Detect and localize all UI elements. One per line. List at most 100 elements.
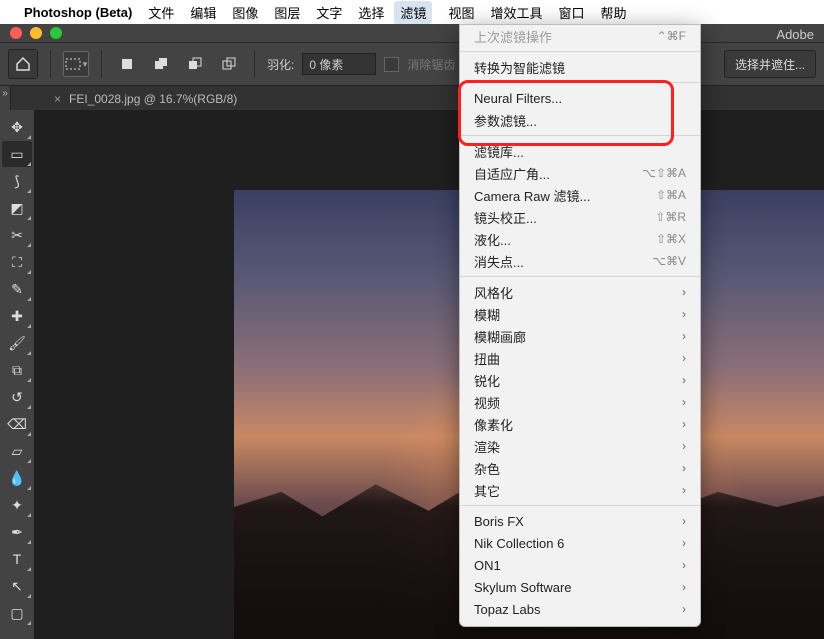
blur-tool[interactable]: 💧 xyxy=(2,465,32,491)
marquee-tool[interactable]: ▭ xyxy=(2,141,32,167)
menu-item[interactable]: 模糊画廊› xyxy=(460,325,700,347)
object-select-tool[interactable]: ◩ xyxy=(2,195,32,221)
menu-item-shortcut: ⇧⌘R xyxy=(655,210,686,224)
menu-item-label: ON1 xyxy=(474,558,501,573)
chevron-right-icon: › xyxy=(682,558,686,572)
menubar-item-7[interactable]: 视图 xyxy=(448,3,474,22)
menu-item[interactable]: Neural Filters... xyxy=(460,87,700,109)
close-tab-icon[interactable]: × xyxy=(54,92,61,106)
type-tool-icon: T xyxy=(13,552,22,566)
menu-item[interactable]: 杂色› xyxy=(460,457,700,479)
menubar-item-4[interactable]: 文字 xyxy=(316,3,342,22)
menu-item-label: 模糊画廊 xyxy=(474,327,526,346)
document-tab[interactable]: × FEI_0028.jpg @ 16.7%(RGB/8) xyxy=(44,86,247,112)
menu-item-shortcut: ⌥⌘V xyxy=(652,254,686,268)
menu-item[interactable]: 锐化› xyxy=(460,369,700,391)
chevron-right-icon: › xyxy=(682,395,686,409)
canvas-area[interactable] xyxy=(34,110,824,639)
path-select-tool[interactable]: ↖ xyxy=(2,573,32,599)
menu-item[interactable]: 自适应广角...⌥⇧⌘A xyxy=(460,162,700,184)
menu-item-shortcut: ⇧⌘X xyxy=(656,232,686,246)
zoom-window-icon[interactable] xyxy=(50,27,62,39)
marquee-mode-button[interactable]: ▾ xyxy=(63,51,89,77)
blur-tool-icon: 💧 xyxy=(8,471,25,485)
home-icon xyxy=(15,56,31,72)
menu-item-label: Neural Filters... xyxy=(474,91,562,106)
menu-item[interactable]: Topaz Labs› xyxy=(460,598,700,620)
menu-item[interactable]: Camera Raw 滤镜...⇧⌘A xyxy=(460,184,700,206)
chevron-right-icon: › xyxy=(682,307,686,321)
menu-item[interactable]: 转换为智能滤镜 xyxy=(460,56,700,78)
menubar-item-10[interactable]: 帮助 xyxy=(600,3,626,22)
menubar-item-8[interactable]: 增效工具 xyxy=(490,3,542,22)
menu-item[interactable]: 液化...⇧⌘X xyxy=(460,228,700,250)
menu-item[interactable]: Skylum Software› xyxy=(460,576,700,598)
document-tab-label: FEI_0028.jpg @ 16.7%(RGB/8) xyxy=(69,92,237,106)
feather-input[interactable] xyxy=(302,53,376,75)
menu-item[interactable]: Nik Collection 6› xyxy=(460,532,700,554)
app-name[interactable]: Photoshop (Beta) xyxy=(24,5,132,20)
menu-item-label: 上次滤镜操作 xyxy=(474,27,552,46)
rectangle-tool[interactable]: ▢ xyxy=(2,600,32,626)
lasso-tool[interactable]: ⟆ xyxy=(2,168,32,194)
menubar-item-6[interactable]: 滤镜 xyxy=(394,1,432,24)
menu-item[interactable]: 其它› xyxy=(460,479,700,501)
healing-brush-tool-icon: ✚ xyxy=(11,309,23,323)
pen-tool[interactable]: ✒ xyxy=(2,519,32,545)
brush-tool-icon: 🖌 xyxy=(8,336,26,350)
select-and-mask-button[interactable]: 选择并遮住... xyxy=(724,50,816,78)
selection-subtract-icon[interactable] xyxy=(182,51,208,77)
menu-item[interactable]: ON1 › xyxy=(460,554,700,576)
object-select-tool-icon: ◩ xyxy=(10,201,23,215)
selection-intersect-icon[interactable] xyxy=(216,51,242,77)
selection-add-icon[interactable] xyxy=(148,51,174,77)
menubar-item-1[interactable]: 编辑 xyxy=(190,3,216,22)
minimize-window-icon[interactable] xyxy=(30,27,42,39)
menu-item-label: Boris FX xyxy=(474,514,524,529)
crop-tool[interactable]: ✂ xyxy=(2,222,32,248)
menu-item-label: 渲染 xyxy=(474,437,500,456)
history-brush-tool[interactable]: ↺ xyxy=(2,384,32,410)
chevron-right-icon: › xyxy=(682,483,686,497)
menu-item[interactable]: 扭曲› xyxy=(460,347,700,369)
type-tool[interactable]: T xyxy=(2,546,32,572)
home-button[interactable] xyxy=(8,49,38,79)
menubar-item-0[interactable]: 文件 xyxy=(148,3,174,22)
menu-item[interactable]: 渲染 › xyxy=(460,435,700,457)
menu-item[interactable]: 参数滤镜... xyxy=(460,109,700,131)
menu-item[interactable]: 滤镜库... xyxy=(460,140,700,162)
eraser-tool[interactable]: ⌫ xyxy=(2,411,32,437)
menubar-item-2[interactable]: 图像 xyxy=(232,3,258,22)
selection-new-icon[interactable] xyxy=(114,51,140,77)
chevron-right-icon: › xyxy=(682,602,686,616)
chevron-right-icon: › xyxy=(682,373,686,387)
menu-item[interactable]: 模糊› xyxy=(460,303,700,325)
dodge-tool[interactable]: ✦ xyxy=(2,492,32,518)
chevron-right-icon: » xyxy=(0,88,10,99)
pen-tool-icon: ✒ xyxy=(11,525,23,539)
menu-item[interactable]: Boris FX› xyxy=(460,510,700,532)
menu-item[interactable]: 像素化› xyxy=(460,413,700,435)
menubar-item-9[interactable]: 窗口 xyxy=(558,3,584,22)
menu-item[interactable]: 消失点...⌥⌘V xyxy=(460,250,700,272)
history-brush-tool-icon: ↺ xyxy=(11,390,23,404)
eyedropper-tool[interactable]: ✎ xyxy=(2,276,32,302)
gradient-tool[interactable]: ▱ xyxy=(2,438,32,464)
chevron-right-icon: › xyxy=(682,439,686,453)
brush-tool[interactable]: 🖌 xyxy=(2,330,32,356)
menu-item: 上次滤镜操作⌃⌘F xyxy=(460,25,700,47)
close-window-icon[interactable] xyxy=(10,27,22,39)
frame-tool[interactable]: ⛶ xyxy=(2,249,32,275)
path-select-tool-icon: ↖ xyxy=(11,579,23,593)
healing-brush-tool[interactable]: ✚ xyxy=(2,303,32,329)
menu-item-label: 参数滤镜... xyxy=(474,111,537,130)
move-tool[interactable]: ✥ xyxy=(2,114,32,140)
menu-item[interactable]: 镜头校正...⇧⌘R xyxy=(460,206,700,228)
menubar-item-5[interactable]: 选择 xyxy=(358,3,384,22)
clone-stamp-tool[interactable]: ⧉ xyxy=(2,357,32,383)
menubar-item-3[interactable]: 图层 xyxy=(274,3,300,22)
chevron-right-icon: › xyxy=(682,536,686,550)
window-title-right: Adobe xyxy=(776,27,814,42)
menu-item[interactable]: 视频› xyxy=(460,391,700,413)
menu-item[interactable]: 风格化› xyxy=(460,281,700,303)
